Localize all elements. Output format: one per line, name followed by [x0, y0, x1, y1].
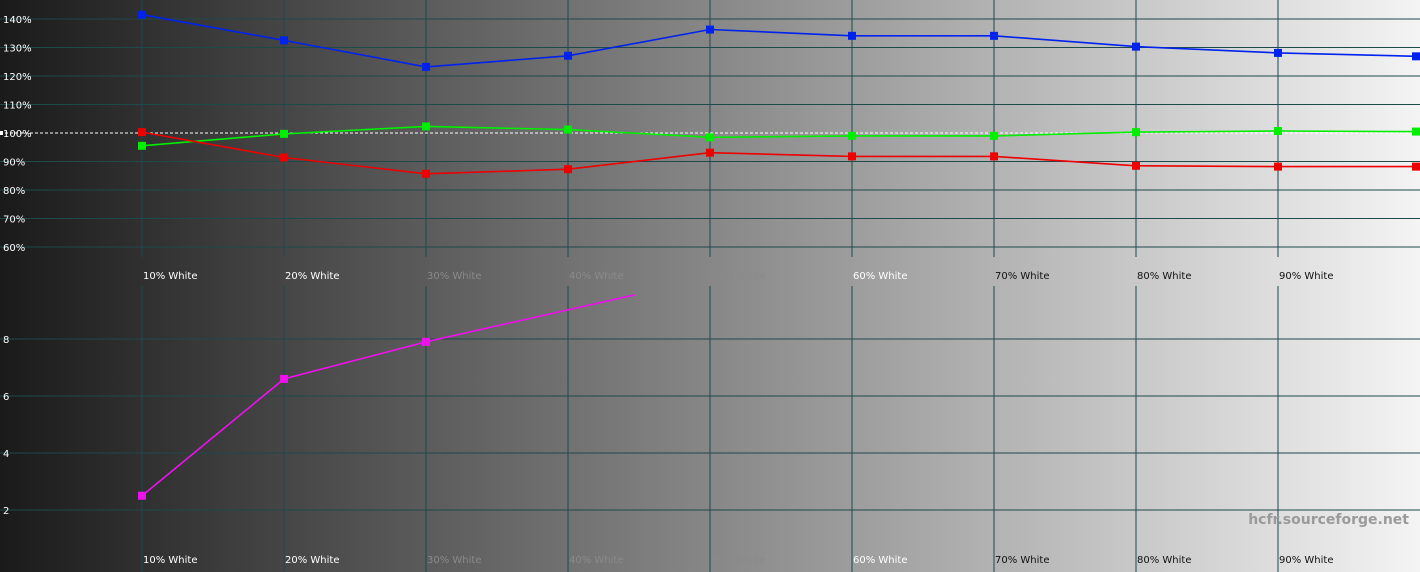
data-point-marker [1274, 127, 1282, 136]
chart-canvas: 140% 130% 120% 110% 100% 90% 80% 70% 60% 10% Whit… [0, 0, 1420, 572]
data-point-marker [1132, 128, 1140, 137]
data-point-marker [422, 169, 430, 178]
x-tick-label: 80% White [1137, 271, 1191, 282]
y-tick-label: 2 [3, 506, 9, 517]
x-tick-label: 20% White [285, 555, 339, 566]
y-tick-label: 90% [3, 158, 25, 169]
x-tick-label: 30% White [427, 271, 481, 282]
y-tick-label: 110% [3, 101, 32, 112]
x-tick-label: 90% White [1279, 271, 1333, 282]
x-tick-label: 30% White [427, 555, 481, 566]
data-point-marker [1412, 162, 1420, 171]
data-point-marker [138, 491, 146, 500]
x-tick-label: 70% White [995, 555, 1049, 566]
data-point-marker [990, 131, 998, 140]
y-tick-label: 120% [3, 72, 32, 83]
y-tick-label: 100% [3, 129, 32, 140]
data-point-marker [280, 36, 288, 45]
data-point-marker [706, 133, 714, 142]
y-tick-label: 6 [3, 392, 9, 403]
data-point-marker [422, 337, 430, 346]
data-point-marker [564, 125, 572, 134]
y-tick-label: 70% [3, 215, 25, 226]
y-tick-label: 140% [3, 15, 32, 26]
x-tick-label: 70% White [995, 271, 1049, 282]
data-point-marker [1412, 127, 1420, 136]
data-point-marker [1274, 162, 1282, 171]
data-point-marker [706, 148, 714, 157]
data-point-marker [138, 128, 146, 137]
x-tick-label: 10% White [143, 271, 197, 282]
data-point-marker [706, 25, 714, 34]
y-tick-label: 8 [3, 335, 9, 346]
x-tick-label: 40% White [569, 555, 623, 566]
x-tick-label: 50% White [711, 555, 765, 566]
data-point-marker [422, 122, 430, 131]
hcfr-chart-window: 140% 130% 120% 110% 100% 90% 80% 70% 60% 10% Whit… [0, 0, 1420, 572]
data-point-marker [848, 131, 856, 140]
data-point-marker [848, 152, 856, 161]
data-point-marker [564, 165, 572, 174]
data-point-marker [422, 62, 430, 71]
x-tick-label: 20% White [285, 271, 339, 282]
x-tick-label: 50% White [711, 271, 765, 282]
data-point-marker [1132, 161, 1140, 170]
data-point-marker [138, 10, 146, 19]
data-point-marker [1412, 52, 1420, 61]
data-point-marker [280, 374, 288, 383]
data-point-marker [138, 141, 146, 150]
data-point-marker [1274, 48, 1282, 57]
data-point-marker [990, 31, 998, 40]
x-tick-label: 80% White [1137, 555, 1191, 566]
y-tick-label: 4 [3, 449, 9, 460]
data-point-marker [280, 153, 288, 162]
data-point-marker [990, 152, 998, 161]
data-point-marker [564, 51, 572, 60]
data-point-marker [848, 31, 856, 40]
x-tick-label: 60% White [853, 271, 907, 282]
data-point-marker [1132, 42, 1140, 51]
watermark: hcfr.sourceforge.net [1248, 512, 1409, 528]
y-tick-label: 60% [3, 243, 25, 254]
x-tick-label: 10% White [143, 555, 197, 566]
data-point-marker [280, 129, 288, 138]
y-tick-label: 130% [3, 44, 32, 55]
x-tick-label: 90% White [1279, 555, 1333, 566]
y-tick-label: 80% [3, 186, 25, 197]
x-tick-label: 60% White [853, 555, 907, 566]
x-tick-label: 40% White [569, 271, 623, 282]
